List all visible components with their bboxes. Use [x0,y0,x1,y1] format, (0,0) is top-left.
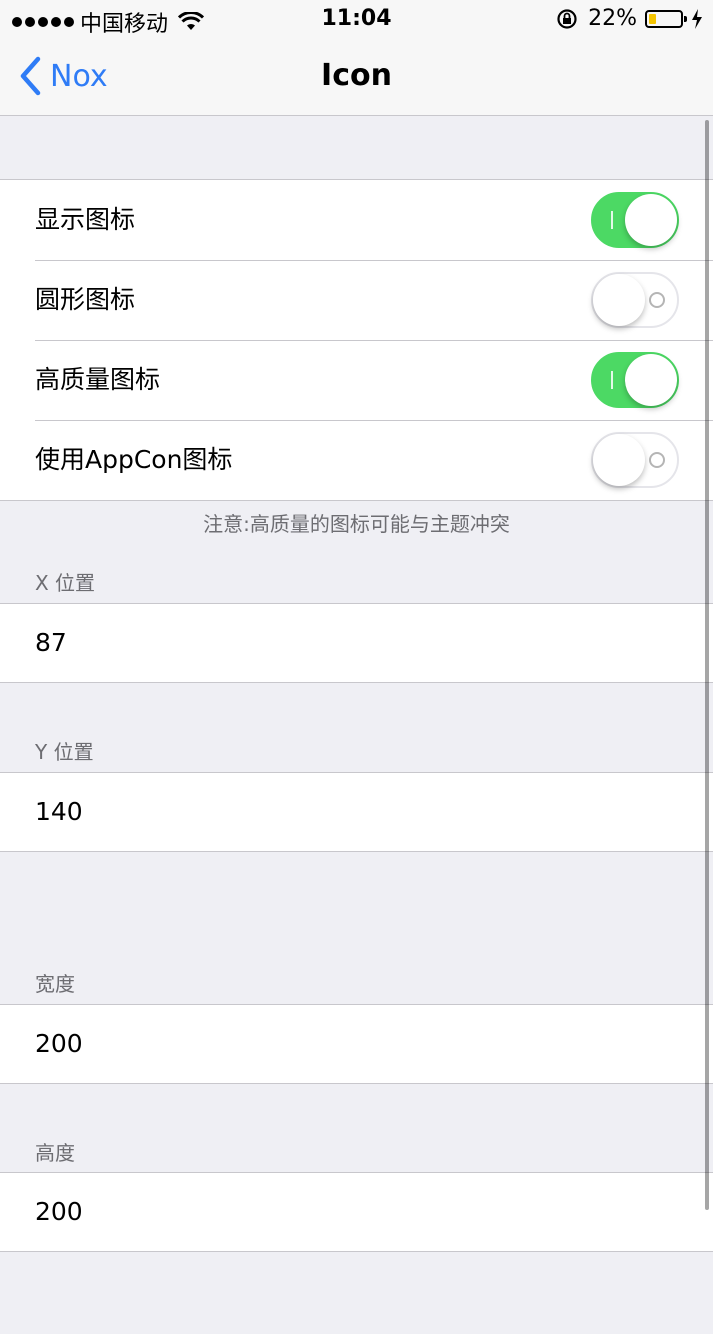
x-position-field[interactable]: 87 [0,603,713,683]
section-footer-note: 注意:高质量的图标可能与主题冲突 [203,512,510,536]
status-bar: 中国移动 11:04 22% [0,0,713,38]
charging-bolt-icon [692,8,702,29]
section-header-height: 高度 [35,1141,75,1165]
battery-percent: 22% [588,6,637,31]
toggle-switch[interactable] [591,432,679,488]
width-value[interactable]: 200 [35,1005,83,1083]
section-header-width: 宽度 [35,972,75,996]
status-right: 22% [556,6,703,31]
section-header-y: Y 位置 [35,740,94,764]
toggle-switch[interactable] [591,272,679,328]
y-position-value[interactable]: 140 [35,773,83,851]
width-field[interactable]: 200 [0,1004,713,1084]
battery-fill [649,13,656,24]
x-position-value[interactable]: 87 [35,604,67,682]
navigation-bar: Nox Icon [0,38,713,116]
rotation-lock-icon [557,8,577,29]
scrollbar[interactable] [705,120,709,1210]
setting-label: 显示图标 [35,205,136,234]
setting-row-appcon-icon: 使用AppCon图标 [0,420,713,500]
height-field[interactable]: 200 [0,1172,713,1252]
setting-row-round-icon: 圆形图标 [0,260,713,340]
setting-label: 圆形图标 [35,285,136,314]
section-header-x: X 位置 [35,571,96,595]
setting-label: 高质量图标 [35,365,161,394]
setting-row-show-icon: 显示图标 [0,180,713,260]
page-title: Icon [321,58,392,93]
toggle-settings-group: 显示图标 圆形图标 高质量图标 使用AppCon图标 [0,179,713,501]
setting-row-high-quality-icon: 高质量图标 [0,340,713,420]
toggle-switch[interactable] [591,192,679,248]
height-value[interactable]: 200 [35,1173,83,1251]
setting-label: 使用AppCon图标 [35,445,233,474]
battery-icon [645,9,687,28]
y-position-field[interactable]: 140 [0,772,713,852]
toggle-switch[interactable] [591,352,679,408]
